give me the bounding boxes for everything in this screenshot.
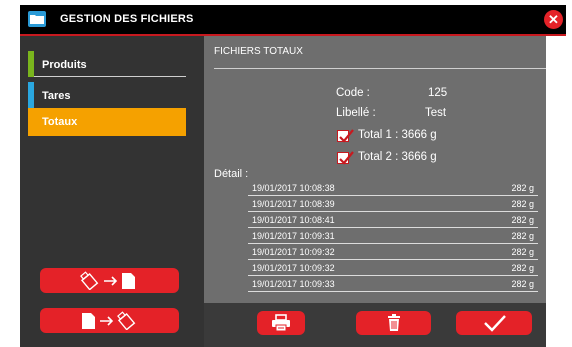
file-to-usb-icon	[82, 311, 136, 330]
row-weight: 282 g	[511, 183, 534, 193]
list-item[interactable]: 19/01/2017 10:09:32 282 g	[248, 244, 538, 260]
list-item[interactable]: 19/01/2017 10:08:38 282 g	[248, 180, 538, 196]
export-button[interactable]	[40, 308, 179, 333]
row-weight: 282 g	[511, 215, 534, 225]
total2-checkbox[interactable]	[337, 151, 354, 165]
checkmark-icon	[339, 151, 354, 165]
confirm-button[interactable]	[456, 311, 532, 335]
folder-icon	[28, 11, 46, 27]
list-item[interactable]: 19/01/2017 10:09:31 282 g	[248, 228, 538, 244]
row-weight: 282 g	[511, 231, 534, 241]
row-date: 19/01/2017 10:08:39	[252, 199, 335, 209]
sidebar-item-label: Produits	[42, 59, 87, 71]
action-bar	[204, 303, 546, 347]
total2-label: Total 2 : 3666 g	[358, 151, 437, 163]
close-icon: ✕	[548, 12, 559, 27]
total1-checkbox[interactable]	[337, 129, 354, 143]
total1-label: Total 1 : 3666 g	[358, 129, 437, 141]
print-button[interactable]	[257, 311, 305, 335]
list-item[interactable]: 19/01/2017 10:09:32 282 g	[248, 260, 538, 276]
code-value: 125	[428, 87, 448, 99]
divider	[34, 76, 186, 77]
printer-icon	[272, 314, 290, 332]
sidebar-item-tares[interactable]: Tares	[28, 82, 186, 108]
accent-bar	[28, 51, 34, 77]
usb-to-file-icon	[80, 271, 135, 290]
row-weight: 282 g	[511, 279, 534, 289]
detail-list[interactable]: 19/01/2017 10:08:38 282 g 19/01/2017 10:…	[248, 180, 538, 298]
list-item[interactable]: 19/01/2017 10:08:39 282 g	[248, 196, 538, 212]
sidebar-item-label: Tares	[42, 90, 71, 102]
list-item[interactable]: 19/01/2017 10:08:41 282 g	[248, 212, 538, 228]
panel-heading: FICHIERS TOTAUX	[214, 46, 303, 57]
sidebar-item-produits[interactable]: Produits	[28, 51, 186, 77]
window-title: GESTION DES FICHIERS	[60, 13, 194, 25]
heading-divider	[214, 68, 546, 69]
row-weight: 282 g	[511, 263, 534, 273]
libelle-value: Test	[425, 107, 447, 119]
totals-panel: FICHIERS TOTAUX Code : 125 Libellé : Tes…	[204, 36, 546, 303]
row-weight: 282 g	[511, 199, 534, 209]
row-weight: 282 g	[511, 247, 534, 257]
row-date: 19/01/2017 10:08:41	[252, 215, 335, 225]
code-label: Code :	[336, 87, 370, 99]
title-bar: GESTION DES FICHIERS ✕	[20, 5, 566, 34]
trash-icon	[388, 314, 400, 331]
sidebar-item-label: Totaux	[42, 116, 78, 128]
row-date: 19/01/2017 10:09:31	[252, 231, 335, 241]
checkmark-icon	[339, 129, 354, 143]
checkmark-icon	[484, 315, 506, 332]
row-date: 19/01/2017 10:09:33	[252, 279, 335, 289]
accent-bar	[28, 82, 34, 108]
row-date: 19/01/2017 10:09:32	[252, 263, 335, 273]
sidebar: Produits Tares Totaux	[20, 36, 204, 347]
import-button[interactable]	[40, 268, 179, 293]
row-date: 19/01/2017 10:08:38	[252, 183, 335, 193]
sidebar-item-totaux[interactable]: Totaux	[28, 108, 186, 136]
detail-label: Détail :	[214, 168, 249, 180]
app-frame: GESTION DES FICHIERS ✕ Produits Tares To…	[0, 0, 572, 347]
close-button[interactable]: ✕	[544, 10, 563, 29]
row-date: 19/01/2017 10:09:32	[252, 247, 335, 257]
delete-button[interactable]	[356, 311, 431, 335]
list-item[interactable]: 19/01/2017 10:09:33 282 g	[248, 276, 538, 292]
libelle-label: Libellé :	[336, 107, 376, 119]
